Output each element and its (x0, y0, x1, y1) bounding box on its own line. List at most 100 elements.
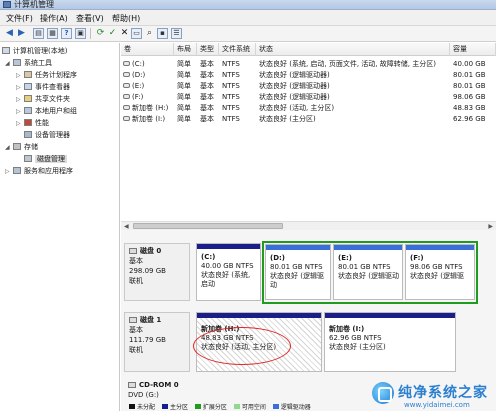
primary-partition-bar (325, 313, 455, 318)
table-row[interactable]: 新加卷 (I:) 简单 基本 NTFS 状态良好 (主分区) 62.96 GB (121, 114, 496, 124)
folder-icon (24, 95, 32, 102)
logical-drive-bar (406, 245, 474, 250)
computer-icon (2, 47, 10, 54)
collapsed-arrow-icon[interactable]: ▷ (5, 166, 13, 177)
logical-drive-bar (266, 245, 330, 250)
cdrom-icon (128, 382, 136, 388)
table-row[interactable]: (D:) 简单 基本 NTFS 状态良好 (逻辑驱动器) 80.01 GB (121, 70, 496, 80)
tree-node-storage[interactable]: ◢ 存储 (5, 142, 38, 153)
prop-list-icon[interactable]: ☰ (171, 28, 182, 39)
tree-node-services-apps[interactable]: ▷ 服务和应用程序 (5, 166, 73, 177)
cdrom-0-label[interactable]: CD-ROM 0 DVD (G:) (124, 380, 190, 402)
device-manager-icon (24, 131, 32, 138)
volume-icon (123, 72, 130, 77)
collapsed-arrow-icon[interactable]: ▷ (16, 82, 24, 93)
column-header-status[interactable]: 状态 (256, 43, 450, 56)
column-header-capacity[interactable]: 容量 (450, 43, 496, 56)
back-icon[interactable]: ◀ (4, 28, 15, 39)
table-row[interactable]: (F:) 简单 基本 NTFS 状态良好 (逻辑驱动器) 98.06 GB (121, 92, 496, 102)
delete-icon[interactable]: ✕ (119, 28, 130, 39)
column-header-volume[interactable]: 卷 (121, 43, 174, 56)
table-row[interactable]: (C:) 简单 基本 NTFS 状态良好 (系统, 启动, 页面文件, 活动, … (121, 59, 496, 69)
console-tree: 计算机管理(本地) ◢ 系统工具 ▷ 任务计划程序 ▷ 事件查看器 ▷ 共享文件夹 ▷ 本… (0, 43, 120, 411)
annotation-circle (193, 327, 291, 365)
column-header-filesystem[interactable]: 文件系统 (219, 43, 256, 56)
partition-f[interactable]: (F:) 98.06 GB NTFS 状态良好 (逻辑驱 (405, 244, 475, 300)
menu-file[interactable]: 文件(F) (6, 13, 33, 24)
tree-node-system-tools[interactable]: ◢ 系统工具 (5, 58, 52, 69)
window-title: 计算机管理 (14, 0, 54, 9)
menu-view[interactable]: 查看(V) (76, 13, 104, 24)
tree-node-shared-folders[interactable]: ▷ 共享文件夹 (16, 94, 70, 105)
expand-arrow-icon[interactable]: ◢ (5, 58, 13, 69)
tree-node-task-scheduler[interactable]: ▷ 任务计划程序 (16, 70, 77, 81)
menu-action[interactable]: 操作(A) (40, 13, 68, 24)
console-tree-icon[interactable]: ▤ (33, 28, 44, 39)
disk-icon (129, 248, 137, 254)
legend-swatch (161, 404, 168, 409)
table-row[interactable]: 新加卷 (H:) 简单 基本 NTFS 状态良好 (活动, 主分区) 48.83… (121, 103, 496, 113)
tools-icon (13, 59, 21, 66)
window-titlebar: 计算机管理 (0, 0, 496, 10)
check-icon[interactable]: ✓ (107, 28, 118, 39)
refresh-icon[interactable]: ⟳ (95, 28, 106, 39)
primary-partition-bar (197, 313, 321, 318)
legend-swatch (129, 404, 135, 409)
help-icon[interactable]: ? (61, 28, 72, 39)
volume-icon (123, 83, 130, 88)
scroll-thumb[interactable] (133, 223, 283, 229)
tree-node-device-manager[interactable]: 设备管理器 (24, 130, 70, 141)
tree-node-performance[interactable]: ▷ 性能 (16, 118, 49, 129)
show-hide-icon[interactable]: ▣ (75, 28, 86, 39)
column-header-layout[interactable]: 布局 (174, 43, 197, 56)
volume-icon (123, 116, 130, 121)
volume-list-header: 卷 布局 类型 文件系统 状态 容量 (121, 43, 496, 56)
toolbar-separator (90, 28, 91, 39)
computer-management-icon (3, 1, 11, 8)
partition-c[interactable]: (C:) 40.00 GB NTFS 状态良好 (系统, 启动 (196, 243, 261, 301)
legend-swatch (272, 404, 279, 409)
legend-swatch (194, 404, 201, 409)
toolbar: ◀ ▶ ▤ ▦ ? ▣ ⟳ ✓ ✕ ▭ ⌕ ▪ ☰ (0, 26, 496, 42)
disk-1-label[interactable]: 磁盘 1 基本 111.79 GB 联机 (124, 312, 190, 372)
volume-icon (123, 105, 130, 110)
disk-management-icon (24, 155, 32, 162)
table-row[interactable]: (E:) 简单 基本 NTFS 状态良好 (逻辑驱动器) 80.01 GB (121, 81, 496, 91)
services-icon (13, 167, 21, 174)
clock-icon (24, 71, 32, 78)
menu-bar: 文件(F) 操作(A) 查看(V) 帮助(H) (0, 10, 496, 26)
primary-partition-bar (197, 244, 260, 249)
users-icon (24, 107, 32, 114)
event-viewer-icon (24, 83, 32, 90)
forward-icon[interactable]: ▶ (16, 28, 27, 39)
column-header-type[interactable]: 类型 (197, 43, 219, 56)
horizontal-scrollbar[interactable]: ◀ ▶ (121, 221, 496, 230)
search-icon[interactable]: ⌕ (144, 28, 155, 39)
disk-0-label[interactable]: 磁盘 0 基本 298.09 GB 联机 (124, 243, 190, 301)
tree-node-event-viewer[interactable]: ▷ 事件查看器 (16, 82, 70, 93)
menu-help[interactable]: 帮助(H) (112, 13, 140, 24)
volume-icon (123, 94, 130, 99)
volume-icon (123, 61, 130, 66)
expand-arrow-icon[interactable]: ◢ (5, 142, 13, 153)
partition-i[interactable]: 新加卷 (I:) 62.96 GB NTFS 状态良好 (主分区) (324, 312, 456, 372)
open-icon[interactable]: ▭ (131, 28, 142, 39)
legend-swatch (233, 404, 240, 409)
properties-icon[interactable]: ▦ (47, 28, 58, 39)
collapsed-arrow-icon[interactable]: ▷ (16, 94, 24, 105)
new-icon[interactable]: ▪ (157, 28, 168, 39)
collapsed-arrow-icon[interactable]: ▷ (16, 106, 24, 117)
tree-node-local-users[interactable]: ▷ 本地用户和组 (16, 106, 77, 117)
tree-node-disk-management[interactable]: 磁盘管理 (16, 154, 67, 165)
collapsed-arrow-icon[interactable]: ▷ (16, 118, 24, 129)
legend: 未分配 主分区 扩展分区 可用空间 逻辑驱动器 (124, 402, 311, 411)
partition-e[interactable]: (E:) 80.01 GB NTFS 状态良好 (逻辑驱动 (333, 244, 403, 300)
storage-icon (13, 143, 21, 150)
site-logo-icon (372, 382, 394, 404)
volume-list: 卷 布局 类型 文件系统 状态 容量 (C:) 简单 基本 NTFS 状态良好 … (121, 43, 496, 228)
disk-icon (129, 317, 137, 323)
collapsed-arrow-icon[interactable]: ▷ (16, 70, 24, 81)
performance-icon (24, 119, 32, 126)
tree-node-computer-management[interactable]: 计算机管理(本地) (2, 46, 67, 57)
partition-d[interactable]: (D:) 80.01 GB NTFS 状态良好 (逻辑驱动 (265, 244, 331, 300)
